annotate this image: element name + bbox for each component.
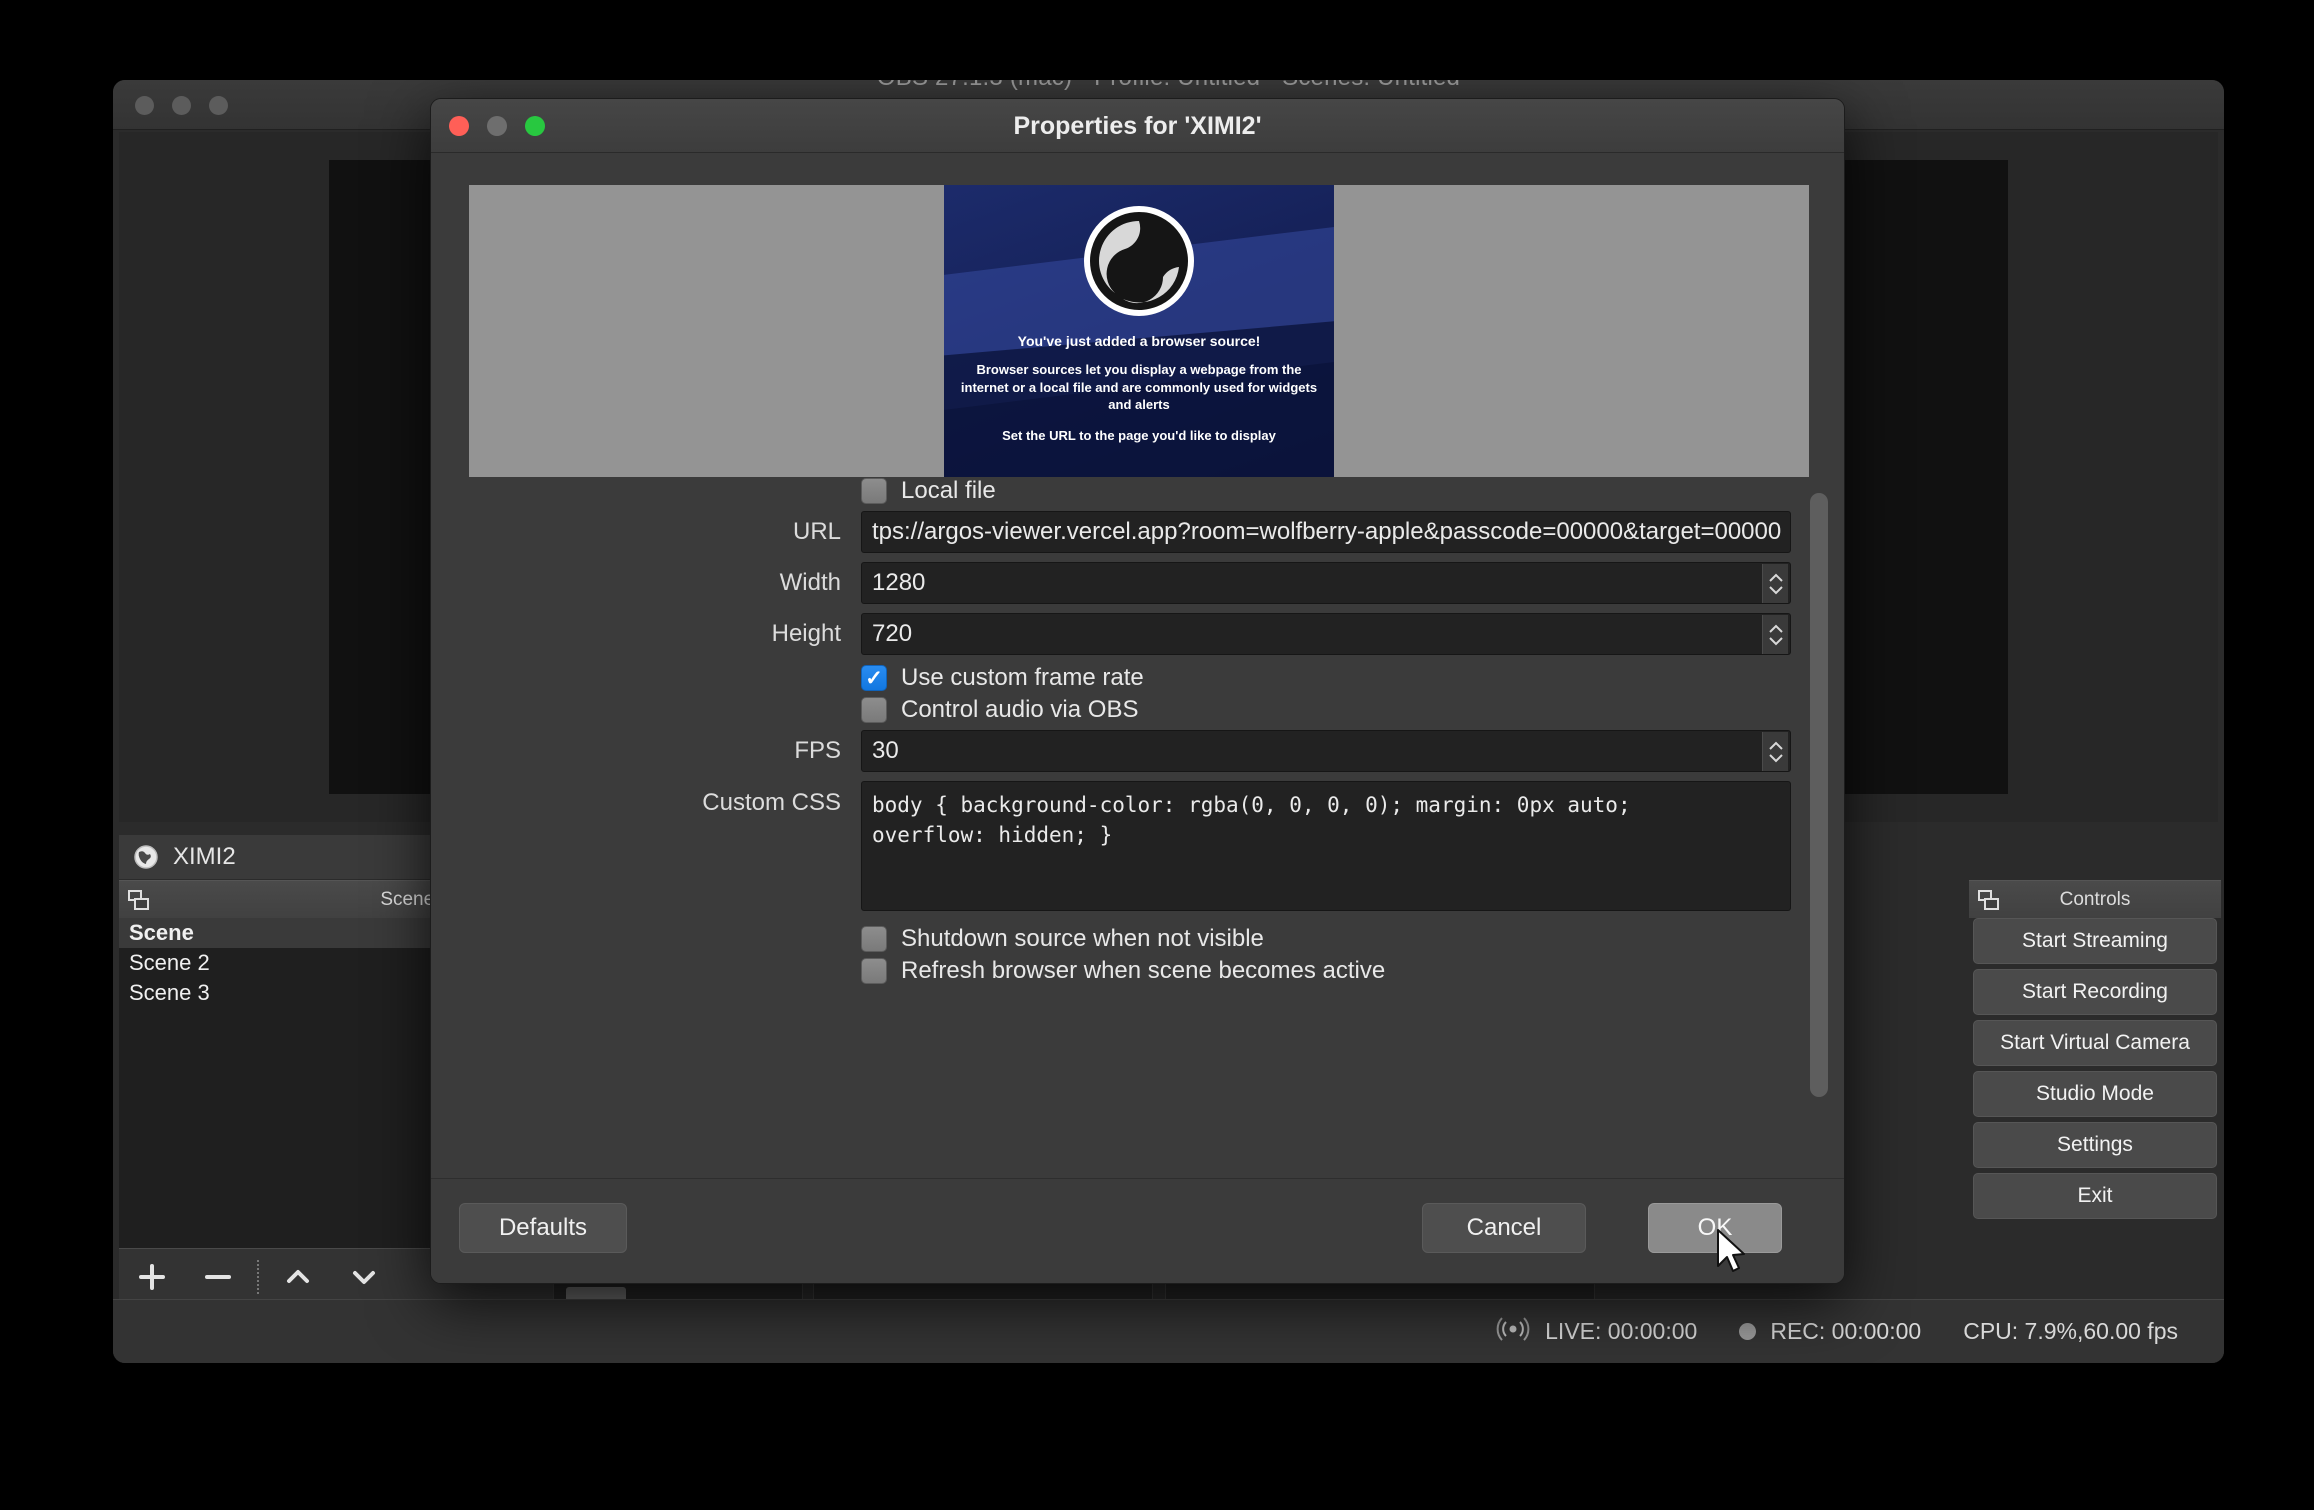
controls-list: Start Streaming Start Recording Start Vi… — [1969, 918, 2221, 1224]
start-recording-button[interactable]: Start Recording — [1973, 969, 2217, 1015]
height-stepper[interactable] — [1762, 615, 1788, 654]
dialog-traffic-lights[interactable] — [449, 116, 545, 136]
use-custom-frame-rate-checkbox[interactable] — [861, 665, 887, 691]
refresh-browser-label: Refresh browser when scene becomes activ… — [901, 957, 1386, 984]
preview-description: Browser sources let you display a webpag… — [960, 362, 1318, 413]
preview-headline: You've just added a browser source! — [1017, 333, 1261, 349]
shutdown-source-checkbox[interactable] — [861, 926, 887, 952]
record-icon — [1739, 1323, 1757, 1340]
properties-dialog: Properties for 'XIMI2' You've just added… — [430, 98, 1845, 1284]
toolbar-divider — [257, 1259, 259, 1294]
studio-mode-button[interactable]: Studio Mode — [1973, 1071, 2217, 1117]
use-custom-frame-rate-label: Use custom frame rate — [901, 664, 1144, 691]
minimize-icon[interactable] — [487, 116, 507, 136]
local-file-label: Local file — [901, 477, 996, 504]
controls-panel-header: Controls — [1969, 880, 2221, 918]
width-input[interactable]: 1280 — [861, 562, 1791, 604]
width-row: Width 1280 — [431, 562, 1844, 604]
window-traffic-lights[interactable] — [135, 96, 228, 115]
cancel-button[interactable]: Cancel — [1422, 1203, 1586, 1253]
properties-form: Local file URL tps://argos-viewer.vercel… — [431, 477, 1844, 1177]
scrollbar-thumb[interactable] — [1810, 493, 1828, 1097]
url-input[interactable]: tps://argos-viewer.vercel.app?room=wolfb… — [861, 511, 1791, 553]
local-file-checkbox[interactable] — [861, 478, 887, 504]
controls-panel-title: Controls — [2059, 888, 2131, 910]
status-bar: LIVE: 00:00:00 REC: 00:00:00 CPU: 7.9%,6… — [113, 1299, 2224, 1363]
height-value: 720 — [872, 620, 913, 647]
custom-frame-rate-row[interactable]: Use custom frame rate — [861, 664, 1844, 692]
url-label: URL — [792, 518, 841, 545]
control-audio-row[interactable]: Control audio via OBS — [861, 696, 1844, 724]
fps-input[interactable]: 30 — [861, 730, 1791, 772]
custom-css-row: Custom CSS body { background-color: rgba… — [431, 781, 1844, 911]
panel-icon — [1977, 888, 2001, 917]
fps-label: FPS — [794, 737, 841, 764]
refresh-browser-row[interactable]: Refresh browser when scene becomes activ… — [861, 957, 1844, 985]
preview-text: You've just added a browser source! Brow… — [944, 333, 1334, 443]
scene-label: Scene 2 — [129, 950, 210, 975]
shutdown-source-label: Shutdown source when not visible — [901, 925, 1264, 952]
start-virtual-camera-button[interactable]: Start Virtual Camera — [1973, 1020, 2217, 1066]
rec-timer: REC: 00:00:00 — [1770, 1318, 1922, 1344]
shutdown-source-row[interactable]: Shutdown source when not visible — [861, 925, 1844, 953]
exit-button[interactable]: Exit — [1973, 1173, 2217, 1219]
fps-row: FPS 30 — [431, 730, 1844, 772]
preview-hint: Set the URL to the page you'd like to di… — [1002, 427, 1276, 443]
minimize-icon[interactable] — [172, 96, 191, 115]
source-name-label: XIMI2 — [173, 843, 236, 870]
move-scene-down-button[interactable] — [331, 1249, 397, 1305]
control-audio-checkbox[interactable] — [861, 697, 887, 723]
custom-css-label: Custom CSS — [702, 789, 841, 816]
maximize-icon[interactable] — [525, 116, 545, 136]
maximize-icon[interactable] — [209, 96, 228, 115]
close-icon[interactable] — [449, 116, 469, 136]
width-value: 1280 — [872, 569, 926, 596]
cpu-usage-label: CPU: 7.9%,60.00 fps — [1963, 1318, 2178, 1344]
height-label: Height — [771, 620, 841, 647]
live-status: LIVE: 00:00:00 — [1495, 1316, 1698, 1347]
fps-stepper[interactable] — [1762, 732, 1788, 771]
dialog-body: You've just added a browser source! Brow… — [431, 153, 1844, 1283]
scene-label: Scene — [129, 920, 194, 945]
add-scene-button[interactable] — [119, 1249, 185, 1305]
obs-window-title: OBS 27.1.3 (mac) - Profile: Untitled - S… — [113, 80, 2224, 92]
url-row: URL tps://argos-viewer.vercel.app?room=w… — [431, 511, 1844, 553]
local-file-row[interactable]: Local file — [861, 477, 1844, 505]
defaults-button[interactable]: Defaults — [459, 1203, 627, 1253]
obs-logo-icon — [1083, 205, 1195, 317]
scene-label: Scene 3 — [129, 980, 210, 1005]
source-preview-strip: You've just added a browser source! Brow… — [469, 185, 1809, 477]
height-input[interactable]: 720 — [861, 613, 1791, 655]
panel-icon — [127, 888, 151, 917]
dialog-footer: Defaults Cancel OK — [431, 1178, 1844, 1283]
fps-value: 30 — [872, 737, 899, 764]
control-audio-label: Control audio via OBS — [901, 696, 1139, 723]
height-row: Height 720 — [431, 613, 1844, 655]
cpu-status: CPU: 7.9%,60.00 fps — [1963, 1318, 2178, 1345]
mouse-cursor — [1715, 1228, 1749, 1276]
screen: OBS 27.1.3 (mac) - Profile: Untitled - S… — [0, 0, 2314, 1510]
dialog-titlebar: Properties for 'XIMI2' — [431, 99, 1844, 153]
close-icon[interactable] — [135, 96, 154, 115]
move-scene-up-button[interactable] — [265, 1249, 331, 1305]
browser-source-preview: You've just added a browser source! Brow… — [944, 185, 1334, 477]
custom-css-textarea[interactable]: body { background-color: rgba(0, 0, 0, 0… — [861, 781, 1791, 911]
form-scrollbar[interactable] — [1810, 479, 1828, 1153]
width-stepper[interactable] — [1762, 564, 1788, 603]
live-timer: LIVE: 00:00:00 — [1545, 1318, 1698, 1344]
rec-status: REC: 00:00:00 — [1739, 1318, 1921, 1345]
custom-css-value: body { background-color: rgba(0, 0, 0, 0… — [872, 793, 1631, 848]
dialog-title: Properties for 'XIMI2' — [1013, 112, 1262, 140]
start-streaming-button[interactable]: Start Streaming — [1973, 918, 2217, 964]
broadcast-icon — [1495, 1316, 1531, 1347]
remove-scene-button[interactable] — [185, 1249, 251, 1305]
url-value: tps://argos-viewer.vercel.app?room=wolfb… — [872, 518, 1782, 545]
globe-icon — [133, 844, 159, 870]
settings-button[interactable]: Settings — [1973, 1122, 2217, 1168]
width-label: Width — [779, 569, 841, 596]
refresh-browser-checkbox[interactable] — [861, 958, 887, 984]
